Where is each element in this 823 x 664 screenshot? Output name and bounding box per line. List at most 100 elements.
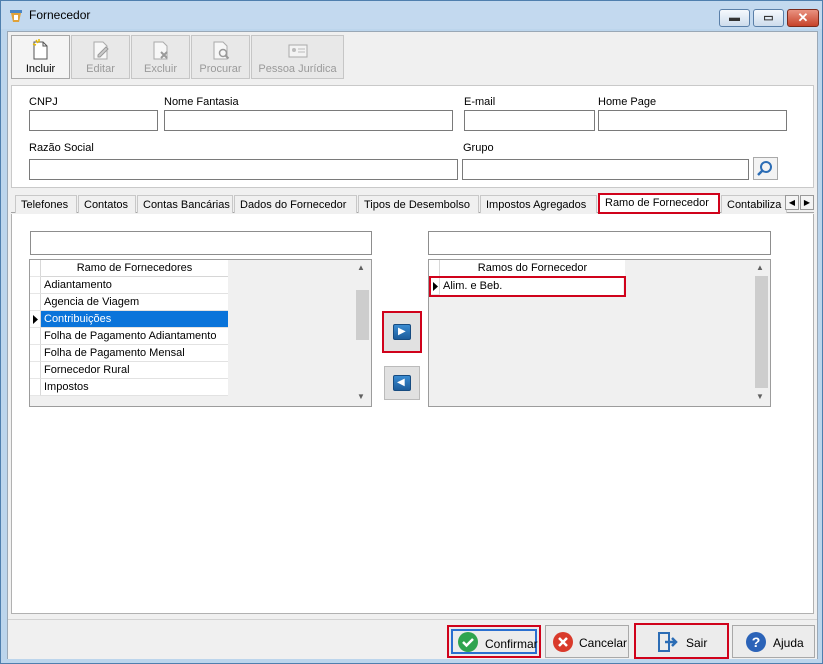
procurar-label: Procurar [199, 63, 242, 75]
cancel-circle-icon [553, 632, 573, 652]
assigned-grid-header[interactable]: Ramos do Fornecedor [440, 260, 625, 277]
tab-ramo-de-fornecedor[interactable]: Ramo de Fornecedor [598, 193, 720, 214]
excluir-label: Excluir [143, 63, 177, 75]
delete-document-icon [153, 41, 168, 60]
tab-scroll-left-icon[interactable]: ◀ [785, 195, 799, 210]
check-circle-icon [458, 632, 478, 652]
bottom-button-bar: Confirmar Cancelar Sair ? Ajuda [8, 619, 817, 659]
supplier-form: CNPJ Nome Fantasia E-mail Home Page Razã… [11, 85, 814, 188]
confirmar-button[interactable]: Confirmar [447, 625, 541, 658]
cancelar-button[interactable]: Cancelar [545, 625, 629, 658]
homepage-field[interactable] [598, 110, 787, 131]
add-ramo-button[interactable]: ▶ [382, 311, 422, 353]
available-grid: Ramo de Fornecedores Adiantamento Agenci… [29, 259, 372, 407]
available-row[interactable]: Folha de Pagamento Mensal [41, 345, 228, 362]
row-indicator-current [431, 278, 440, 295]
tab-contatos[interactable]: Contatos [78, 195, 136, 213]
window-title: Fornecedor [29, 8, 91, 22]
tab-dados-do-fornecedor[interactable]: Dados do Fornecedor [234, 195, 357, 213]
scroll-down-icon[interactable]: ▼ [756, 392, 764, 401]
tab-strip: Telefones Contatos Contas Bancárias Dado… [11, 193, 814, 214]
row-indicator [30, 345, 41, 362]
editar-label: Editar [86, 63, 115, 75]
incluir-button[interactable]: Incluir [11, 35, 70, 79]
pessoa-juridica-button[interactable]: Pessoa Jurídica [251, 35, 344, 79]
tab-contabiliza[interactable]: Contabiliza [721, 195, 787, 213]
fornecedor-window: Fornecedor ▬ ▭ ✕ Incluir Editar Excluir … [0, 0, 823, 664]
available-row[interactable]: Fornecedor Rural [41, 362, 228, 379]
scroll-down-icon[interactable]: ▼ [357, 392, 365, 401]
confirmar-label: Confirmar [485, 637, 538, 651]
grupo-field[interactable] [462, 159, 749, 180]
close-icon: ✕ [797, 10, 809, 25]
current-row-arrow-icon [433, 282, 438, 291]
magnifier-icon [757, 161, 772, 176]
grupo-label: Grupo [463, 142, 494, 154]
assigned-filter-input[interactable] [428, 231, 771, 255]
arrow-right-glyph: ▶ [398, 326, 406, 337]
edit-document-icon [93, 41, 109, 60]
row-indicator [30, 294, 41, 311]
email-label: E-mail [464, 96, 496, 108]
row-indicator [30, 379, 41, 396]
scroll-thumb[interactable] [356, 290, 369, 340]
scroll-up-icon[interactable]: ▲ [756, 263, 764, 272]
available-row[interactable]: Agencia de Viagem [41, 294, 228, 311]
tab-contas-bancarias[interactable]: Contas Bancárias [137, 195, 233, 213]
row-indicator [30, 362, 41, 379]
assigned-grid: Ramos do Fornecedor Alim. e Beb. ▲ ▼ [428, 259, 771, 407]
homepage-label: Home Page [598, 96, 657, 108]
available-row[interactable]: Folha de Pagamento Adiantamento [41, 328, 228, 345]
close-button[interactable]: ✕ [787, 9, 819, 27]
arrow-right-icon: ▶ [393, 324, 411, 340]
scroll-up-icon[interactable]: ▲ [357, 263, 365, 272]
cancelar-label: Cancelar [579, 636, 628, 650]
row-indicator [30, 277, 41, 294]
remove-ramo-button[interactable]: ◀ [384, 366, 420, 400]
available-vertical-scrollbar[interactable]: ▲ ▼ [354, 260, 371, 406]
sair-label: Sair [686, 636, 708, 650]
cnpj-field[interactable] [29, 110, 158, 131]
id-card-icon [288, 44, 307, 58]
tab-tipos-de-desembolso[interactable]: Tipos de Desembolso [358, 195, 479, 213]
grid-corner [429, 260, 440, 277]
excluir-button[interactable]: Excluir [131, 35, 190, 79]
search-document-icon [213, 41, 229, 60]
nome-fantasia-field[interactable] [164, 110, 453, 131]
pessoa-juridica-label: Pessoa Jurídica [258, 63, 337, 75]
minimize-button[interactable]: ▬ [719, 9, 750, 27]
cnpj-label: CNPJ [29, 96, 58, 108]
help-circle-icon: ? [746, 632, 766, 652]
window-client-area: Incluir Editar Excluir Procurar Pessoa J… [7, 31, 818, 659]
assigned-row[interactable]: Alim. e Beb. [440, 278, 623, 295]
tab-telefones[interactable]: Telefones [15, 195, 77, 213]
grid-corner [30, 260, 41, 277]
available-row[interactable]: Adiantamento [41, 277, 228, 294]
minimize-icon: ▬ [729, 12, 740, 24]
assigned-vertical-scrollbar[interactable]: ▲ ▼ [753, 260, 770, 406]
arrow-left-glyph: ◀ [397, 377, 405, 388]
svg-text:?: ? [752, 634, 761, 650]
app-icon [10, 10, 22, 22]
ajuda-button[interactable]: ? Ajuda [732, 625, 815, 658]
razao-social-field[interactable] [29, 159, 458, 180]
toolbar: Incluir Editar Excluir Procurar Pessoa J… [11, 35, 345, 79]
procurar-button[interactable]: Procurar [191, 35, 250, 79]
sair-button[interactable]: Sair [634, 623, 729, 659]
nome-fantasia-label: Nome Fantasia [164, 96, 239, 108]
razao-social-label: Razão Social [29, 142, 94, 154]
current-row-arrow-icon [33, 315, 38, 324]
editar-button[interactable]: Editar [71, 35, 130, 79]
tab-impostos-agregados[interactable]: Impostos Agregados [480, 195, 597, 213]
exit-door-icon [658, 632, 678, 652]
tab-scroll-right-icon[interactable]: ▶ [800, 195, 814, 210]
title-bar[interactable]: Fornecedor ▬ ▭ ✕ [1, 1, 822, 29]
available-filter-input[interactable] [30, 231, 372, 255]
scroll-thumb[interactable] [755, 276, 768, 388]
available-grid-header[interactable]: Ramo de Fornecedores [41, 260, 228, 277]
available-row[interactable]: Impostos [41, 379, 228, 396]
available-row-selected[interactable]: Contribuições [41, 311, 228, 328]
maximize-button[interactable]: ▭ [753, 9, 784, 27]
grupo-search-button[interactable] [753, 157, 778, 180]
email-field[interactable] [464, 110, 595, 131]
